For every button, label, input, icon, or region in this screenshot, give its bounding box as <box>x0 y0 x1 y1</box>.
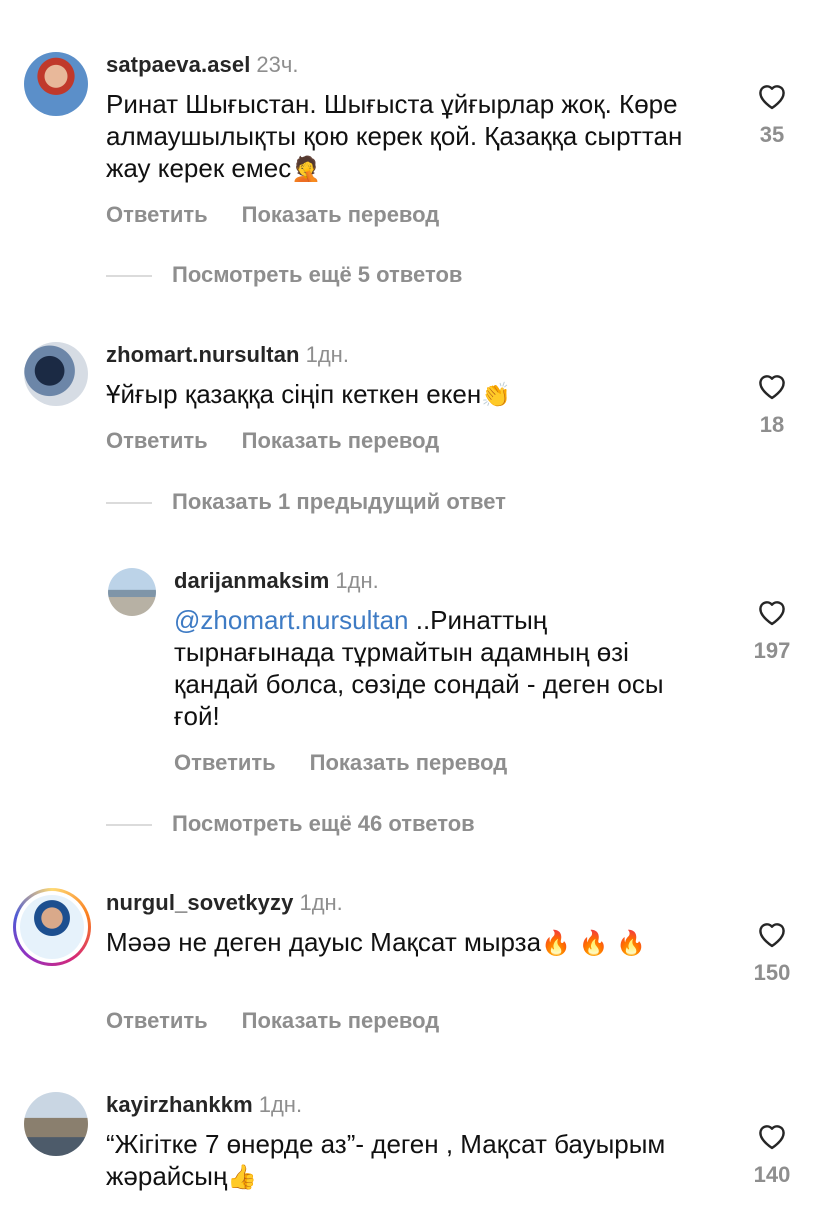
like-count: 197 <box>753 638 791 663</box>
translate-button[interactable]: Показать перевод <box>242 1008 440 1034</box>
comment-text: Ринат Шығыстан. Шығыста ұйғырлар жоқ. Кө… <box>106 89 683 183</box>
mention-link[interactable]: @zhomart.nursultan <box>174 605 409 635</box>
comment-text: “Жігітке 7 өнерде аз”- деген , Мақсат ба… <box>106 1129 666 1191</box>
username[interactable]: kayirzhankkm <box>106 1092 253 1117</box>
username[interactable]: zhomart.nursultan <box>106 342 300 367</box>
divider <box>106 824 152 827</box>
timestamp: 1дн. <box>335 568 379 593</box>
divider <box>106 502 152 505</box>
avatar[interactable] <box>24 1092 88 1156</box>
like-count: 35 <box>759 122 785 147</box>
reply-button[interactable]: Ответить <box>106 1008 208 1034</box>
like-count: 150 <box>753 960 791 985</box>
username[interactable]: darijanmaksim <box>174 568 329 593</box>
username[interactable]: satpaeva.asel <box>106 52 250 77</box>
heart-outline-icon[interactable] <box>755 80 789 110</box>
clapping-emoji: 👏 <box>481 381 512 409</box>
like-button[interactable]: 150 <box>742 918 802 986</box>
avatar[interactable] <box>24 52 88 116</box>
timestamp: 23ч. <box>256 52 299 77</box>
like-count: 18 <box>759 412 785 437</box>
view-more-replies[interactable]: Посмотреть ещё 46 ответов <box>106 811 475 837</box>
divider <box>106 275 152 278</box>
timestamp: 1дн. <box>258 1092 303 1117</box>
like-button[interactable]: 140 <box>742 1120 802 1188</box>
like-button[interactable]: 197 <box>742 596 802 664</box>
view-more-replies[interactable]: Посмотреть ещё 5 ответов <box>106 262 462 288</box>
translate-button[interactable]: Показать перевод <box>310 750 508 776</box>
heart-outline-icon[interactable] <box>755 596 789 626</box>
comment-text: @zhomart.nursultan ..Ринаттың тырнағынад… <box>174 605 664 731</box>
facepalm-emoji: 🤦 <box>291 155 322 183</box>
fire-emoji: 🔥 🔥 🔥 <box>541 929 646 957</box>
like-count: 140 <box>753 1162 791 1187</box>
heart-outline-icon[interactable] <box>755 1120 789 1150</box>
translate-button[interactable]: Показать перевод <box>242 202 440 228</box>
username[interactable]: nurgul_sovetkyzy <box>106 890 293 915</box>
heart-outline-icon[interactable] <box>755 918 789 948</box>
avatar[interactable] <box>24 342 88 406</box>
reply-button[interactable]: Ответить <box>106 428 208 454</box>
translate-button[interactable]: Показать перевод <box>242 428 440 454</box>
comment-text: Ұйғыр қазаққа сіңіп кеткен екен👏 <box>106 379 512 409</box>
heart-outline-icon[interactable] <box>755 370 789 400</box>
avatar[interactable] <box>20 895 84 959</box>
comment-text: Мәәә не деген дауыс Мақсат мырза🔥 🔥 🔥 <box>106 927 646 957</box>
timestamp: 1дн. <box>299 890 343 915</box>
timestamp: 1дн. <box>305 342 349 367</box>
show-previous-reply[interactable]: Показать 1 предыдущий ответ <box>106 489 506 515</box>
reply-button[interactable]: Ответить <box>174 750 276 776</box>
like-button[interactable]: 18 <box>742 370 802 438</box>
reply-button[interactable]: Ответить <box>106 202 208 228</box>
like-button[interactable]: 35 <box>742 80 802 148</box>
avatar[interactable] <box>108 568 156 616</box>
thumbs-up-emoji: 👍 <box>227 1163 258 1191</box>
